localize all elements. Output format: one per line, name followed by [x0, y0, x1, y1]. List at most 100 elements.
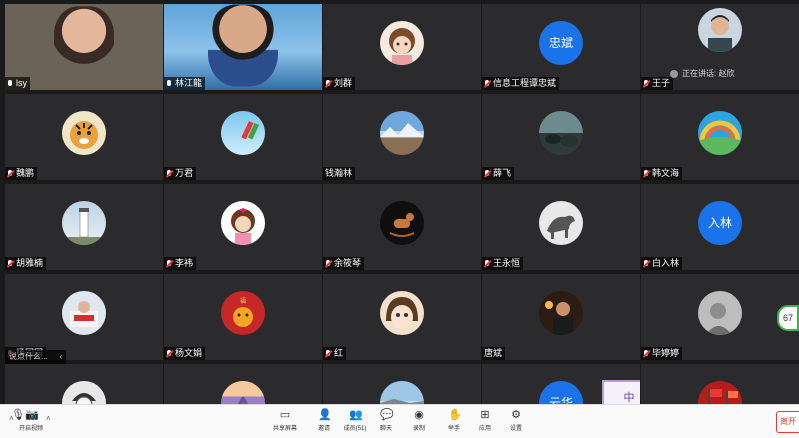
settings-button[interactable]: ⚙ 设置 [499, 407, 533, 432]
mic-muted-icon [166, 169, 173, 178]
chat-input-hint[interactable]: 说点什么... ‹ [5, 350, 67, 364]
mic-muted-icon [484, 259, 491, 268]
avatar [62, 110, 106, 155]
man-portrait-icon [708, 14, 732, 52]
mic-muted-icon [643, 259, 650, 268]
chevron-up-icon[interactable]: ˄ [46, 414, 51, 423]
participant-count-badge[interactable]: 67 [777, 305, 799, 331]
participant-tile[interactable] [5, 364, 163, 404]
participant-tile[interactable]: 忠斌 信息工程谭忠斌 [482, 4, 640, 90]
participant-name-tag: 薛飞 [482, 167, 515, 180]
gear-icon: ⚙ [511, 409, 521, 421]
cartoon-girl-icon [231, 207, 255, 245]
participant-tile[interactable]: lsy [5, 4, 163, 90]
rocking-horse-icon [389, 212, 415, 237]
participant-name-tag: 红 [323, 347, 347, 360]
raise-hand-button[interactable]: ✋ 举手 [437, 407, 471, 432]
apps-grid-icon: ⊞ [480, 409, 490, 421]
participant-name-tag: lsy [5, 77, 30, 90]
chat-button[interactable]: 💬 聊天 [369, 407, 403, 432]
participant-name-tag: 余筱琴 [323, 257, 365, 270]
sticker-badge: 中 [602, 380, 640, 404]
participant-tile[interactable]: 唐斌 [482, 274, 640, 360]
man-night-icon [545, 300, 573, 335]
participant-name-tag: 毕婷婷 [641, 347, 683, 360]
participant-name-tag: 王永恒 [482, 257, 524, 270]
speaker-avatar [670, 69, 678, 78]
camera-off-icon: 📷 [25, 409, 39, 421]
apps-button[interactable]: ⊞ 应用 [468, 407, 502, 432]
share-screen-icon: ▭ [279, 409, 291, 421]
participant-name-tag: 魏鹏 [5, 167, 38, 180]
members-icon: 👥 [349, 409, 363, 421]
invite-button[interactable]: 👤 邀请 [307, 407, 341, 432]
cartoon-face-icon [386, 296, 418, 329]
mic-muted-icon [7, 259, 14, 268]
rainbow-icon [698, 120, 742, 155]
members-button[interactable]: 👥 成员(51) [338, 407, 372, 432]
participant-tile[interactable]: 林江龍 [164, 4, 322, 90]
mic-muted-icon [643, 79, 650, 88]
hand-icon: ✋ [448, 409, 462, 421]
mic-muted-icon [484, 79, 491, 88]
participant-tile[interactable]: 余筱琴 [323, 184, 481, 270]
svg-text:福: 福 [240, 297, 246, 305]
participant-tile[interactable]: 薛飞 [482, 94, 640, 180]
participant-tile[interactable]: 钱瀚林 [323, 94, 481, 180]
chevron-left-icon[interactable]: ‹ [60, 350, 63, 364]
mic-muted-icon [484, 169, 491, 178]
mic-muted-icon [166, 259, 173, 268]
participant-grid: lsy 林江龍 刘群 忠斌 信息工程谭忠斌 王子 魏鹏 万君 钱瀚林 薛飞 韩文… [5, 4, 799, 404]
participant-tile[interactable]: 刘群 [323, 4, 481, 90]
participant-tile[interactable] [164, 364, 322, 404]
participant-tile[interactable]: 入林 白入林 [641, 184, 799, 270]
chat-icon: 💬 [380, 409, 394, 421]
participant-tile[interactable]: 李袆 [164, 184, 322, 270]
mic-icon [166, 79, 173, 88]
avatar: 福 [221, 290, 265, 335]
record-button[interactable]: ◉ 录制 [402, 407, 436, 432]
share-screen-button[interactable]: ▭ 共享屏幕 [268, 407, 302, 432]
meeting-toolbar: 🎙 ˄ 📷 开启视频 ˄ ▭ 共享屏幕 👤 邀请 👥 成员(51) 💬 聊天 ◉… [0, 404, 799, 438]
participant-tile[interactable]: 毕婷婷 [641, 274, 799, 360]
avatar [221, 380, 265, 404]
participant-tile[interactable]: 红 [323, 274, 481, 360]
participant-tile[interactable]: 王永恒 [482, 184, 640, 270]
video-feed [54, 6, 114, 77]
avatar [539, 110, 583, 155]
participant-tile[interactable]: 韩文海 [641, 94, 799, 180]
participant-name-tag: 万君 [164, 167, 197, 180]
add-user-icon: 👤 [318, 409, 332, 421]
avatar: 入林 [698, 200, 742, 245]
participant-tile[interactable]: 魏鹏 [5, 94, 163, 180]
leave-meeting-button[interactable]: 离开 [776, 411, 799, 433]
pencil-icon [241, 120, 260, 140]
avatar [380, 200, 424, 245]
participant-name-tag: 林江龍 [164, 77, 206, 90]
participant-tile[interactable]: 杨园园 [5, 274, 163, 360]
avatar [380, 20, 424, 65]
participant-name-tag: 白入林 [641, 257, 683, 270]
participant-tile[interactable]: 福 杨文娟 [164, 274, 322, 360]
cartoon-girl-icon [389, 27, 415, 65]
mic-icon [7, 79, 14, 88]
chevron-up-icon[interactable]: ˄ [9, 414, 14, 423]
grey-portrait-icon [706, 302, 732, 335]
participant-tile[interactable] [641, 364, 799, 404]
participant-name-tag: 钱瀚林 [323, 167, 356, 180]
landscape-icon [380, 122, 424, 137]
participant-name-tag: 信息工程谭忠斌 [482, 77, 560, 90]
participant-name-tag: 刘群 [323, 77, 356, 90]
video-button[interactable]: 📷 开启视频 [14, 407, 48, 432]
mic-muted-icon [325, 259, 332, 268]
participant-tile[interactable]: 万君 [164, 94, 322, 180]
mic-muted-icon [166, 349, 173, 358]
avatar [539, 200, 583, 245]
participant-tile[interactable]: 胡雅楠 [5, 184, 163, 270]
participant-tile[interactable]: 云华 中 [482, 364, 640, 404]
sketch-boy-icon [72, 392, 96, 404]
rocks-icon [545, 133, 578, 147]
participant-tile[interactable] [323, 364, 481, 404]
mic-muted-icon [643, 169, 650, 178]
red-flags-icon [708, 388, 738, 404]
